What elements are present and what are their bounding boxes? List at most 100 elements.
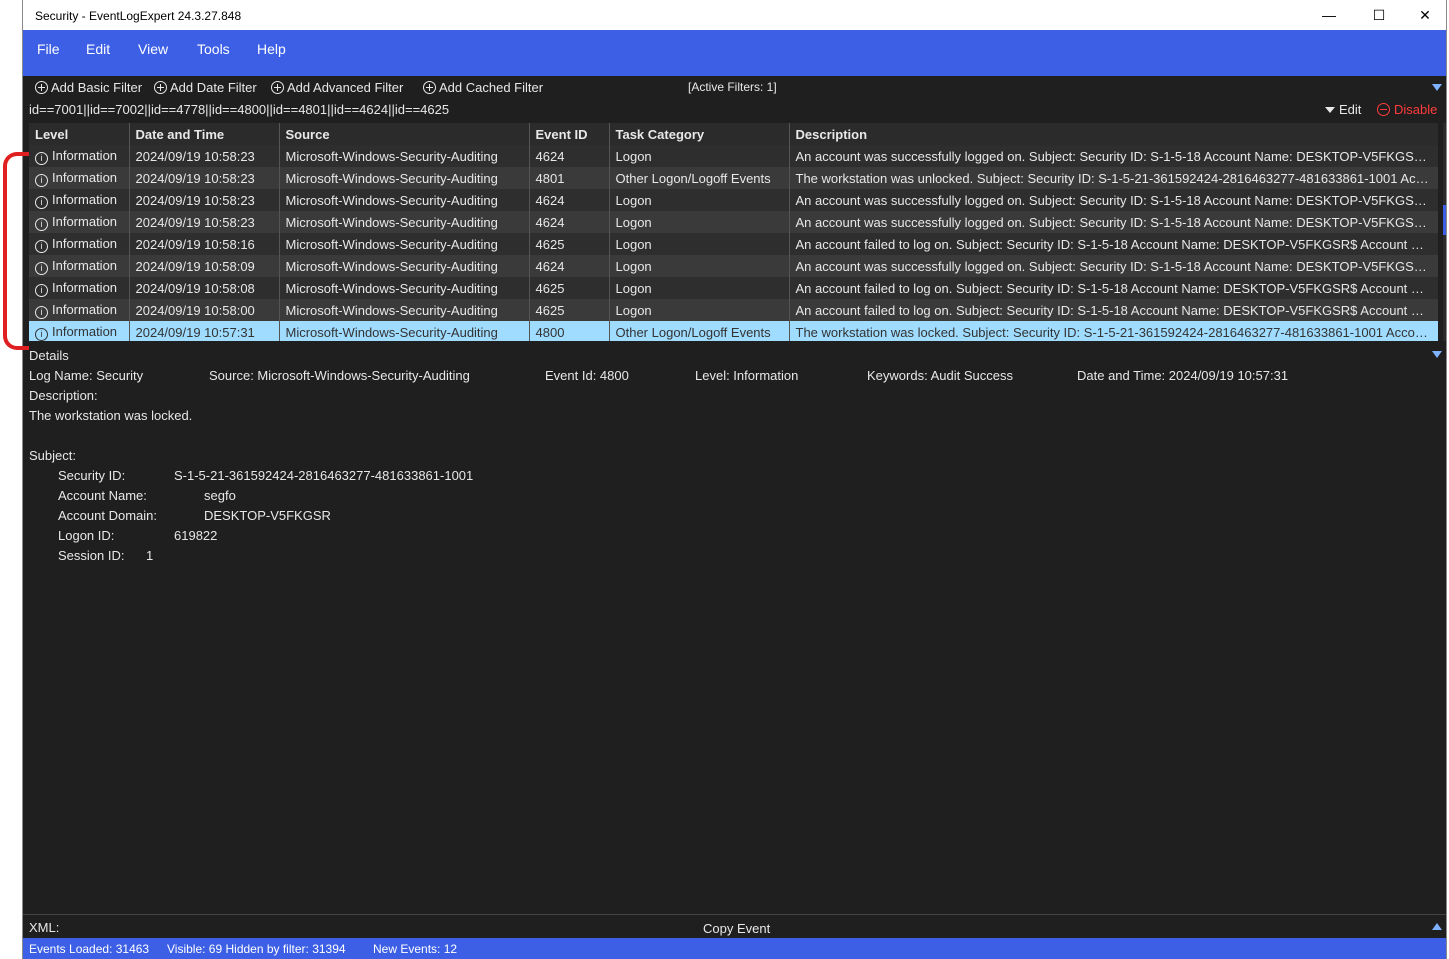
level-cell: i Information <box>29 277 130 299</box>
table-row[interactable]: i Information 2024/09/19 10:58:23 Microso… <box>29 211 1438 233</box>
description-cell: An account was successfully logged on. S… <box>789 189 1438 211</box>
level-text: Information <box>52 169 118 185</box>
table-row[interactable]: i Information 2024/09/19 10:58:00 Microso… <box>29 299 1438 321</box>
level-cell: i Information <box>29 211 130 233</box>
filter-pane: Add Basic Filter Add Date Filter Add Adv… <box>23 76 1446 120</box>
add-advanced-filter-button[interactable]: Add Advanced Filter <box>271 80 403 95</box>
description-cell: An account failed to log on. Subject: Se… <box>789 277 1438 299</box>
filter-funnel-icon <box>1325 106 1335 113</box>
date-cell: 2024/09/19 10:58:16 <box>129 233 280 255</box>
source-cell: Microsoft-Windows-Security-Auditing <box>279 299 530 321</box>
logon-id-label: Logon ID: <box>58 528 115 543</box>
menu-edit[interactable]: Edit <box>86 41 110 57</box>
table-row[interactable]: i Information 2024/09/19 10:58:16 Microso… <box>29 233 1438 255</box>
disable-filter-label: Disable <box>1394 102 1438 117</box>
column-header-event-id[interactable]: Event ID <box>529 123 610 145</box>
status-visible: Visible: 69 Hidden by filter: 31394 <box>167 942 346 956</box>
table-row-selected[interactable]: i Information 2024/09/19 10:57:31 Microso… <box>29 321 1438 341</box>
table-row[interactable]: i Information 2024/09/19 10:58:08 Microso… <box>29 277 1438 299</box>
date-cell: 2024/09/19 10:58:09 <box>129 255 280 277</box>
source-cell: Microsoft-Windows-Security-Auditing <box>279 255 530 277</box>
add-circle-icon <box>154 81 167 94</box>
table-row[interactable]: i Information 2024/09/19 10:58:23 Microso… <box>29 189 1438 211</box>
collapse-filter-pane-icon[interactable] <box>1432 84 1442 91</box>
scrollbar-thumb[interactable] <box>1443 205 1446 235</box>
column-header-description[interactable]: Description <box>789 123 1438 145</box>
account-name-label: Account Name: <box>58 488 147 503</box>
table-header-row: Level Date and Time Source Event ID Task… <box>29 123 1438 145</box>
task-category-cell: Logon <box>609 211 790 233</box>
active-filters-count: [Active Filters: 1] <box>688 80 777 94</box>
table-row[interactable]: i Information 2024/09/19 10:58:23 Microso… <box>29 145 1438 167</box>
add-cached-filter-button[interactable]: Add Cached Filter <box>423 80 543 95</box>
details-pane: Details Log Name: Security Source: Micro… <box>23 344 1446 914</box>
column-header-source[interactable]: Source <box>279 123 530 145</box>
level-cell: i Information <box>29 145 130 167</box>
table-scrollbar[interactable] <box>1443 123 1446 341</box>
xml-label: XML: <box>29 920 60 935</box>
menu-file[interactable]: File <box>37 41 60 57</box>
source-cell: Microsoft-Windows-Security-Auditing <box>279 321 530 341</box>
event-id-cell: 4625 <box>529 277 610 299</box>
collapse-details-icon[interactable] <box>1432 351 1442 358</box>
task-category-cell: Logon <box>609 233 790 255</box>
info-icon: i <box>35 195 48 209</box>
source-cell: Microsoft-Windows-Security-Auditing <box>279 233 530 255</box>
logon-id-value: 619822 <box>174 528 218 543</box>
copy-event-button[interactable]: Copy Event <box>703 921 770 936</box>
column-header-task-category[interactable]: Task Category <box>609 123 790 145</box>
column-header-level[interactable]: Level <box>29 123 130 145</box>
date-cell: 2024/09/19 10:58:23 <box>129 189 280 211</box>
level-cell: i Information <box>29 321 130 341</box>
level-text: Information <box>52 257 118 273</box>
table-row[interactable]: i Information 2024/09/19 10:58:09 Microso… <box>29 255 1438 277</box>
task-category-cell: Other Logon/Logoff Events <box>609 167 790 189</box>
menu-bar: File Edit View Tools Help <box>23 30 1446 76</box>
status-events-loaded: Events Loaded: 31463 <box>29 942 150 956</box>
session-id-label: Session ID: <box>58 548 125 563</box>
edit-filter-button[interactable]: Edit <box>1325 102 1361 117</box>
maximize-button[interactable]: ☐ <box>1356 0 1402 30</box>
level-cell: i Information <box>29 167 130 189</box>
level-text: Information <box>52 191 118 207</box>
level-text: Information <box>52 147 118 163</box>
level-cell: i Information <box>29 299 130 321</box>
event-id-cell: 4800 <box>529 321 610 341</box>
security-id-label: Security ID: <box>58 468 126 483</box>
event-id-cell: 4625 <box>529 233 610 255</box>
menu-help[interactable]: Help <box>257 41 286 57</box>
task-category-cell: Logon <box>609 299 790 321</box>
level-cell: i Information <box>29 255 130 277</box>
date-cell: 2024/09/19 10:58:23 <box>129 167 280 189</box>
detail-keywords: Keywords: Audit Success <box>867 368 1013 383</box>
info-icon: i <box>35 151 48 165</box>
level-cell: i Information <box>29 233 130 255</box>
disable-filter-button[interactable]: Disable <box>1377 102 1437 117</box>
minimize-button[interactable]: — <box>1306 0 1352 30</box>
filter-expression: id==7001||id==7002||id==4778||id==4800||… <box>29 102 450 117</box>
table-row[interactable]: i Information 2024/09/19 10:58:23 Microso… <box>29 167 1438 189</box>
level-text: Information <box>52 279 118 295</box>
level-text: Information <box>52 301 118 317</box>
title-bar: Security - EventLogExpert 24.3.27.848 — … <box>23 0 1446 30</box>
security-id-value: S-1-5-21-361592424-2816463277-481633861-… <box>174 468 474 483</box>
menu-tools[interactable]: Tools <box>197 41 230 57</box>
add-basic-filter-button[interactable]: Add Basic Filter <box>35 80 142 95</box>
window-title: Security - EventLogExpert 24.3.27.848 <box>35 9 242 23</box>
column-header-date-time[interactable]: Date and Time <box>129 123 280 145</box>
app-window: Security - EventLogExpert 24.3.27.848 — … <box>22 0 1447 959</box>
event-id-cell: 4624 <box>529 211 610 233</box>
date-cell: 2024/09/19 10:58:23 <box>129 211 280 233</box>
add-date-filter-button[interactable]: Add Date Filter <box>154 80 257 95</box>
close-button[interactable]: ✕ <box>1402 0 1446 30</box>
info-icon: i <box>35 305 48 319</box>
add-basic-filter-label: Add Basic Filter <box>51 80 143 95</box>
add-cached-filter-label: Add Cached Filter <box>439 80 544 95</box>
description-cell: An account was successfully logged on. S… <box>789 145 1438 167</box>
add-circle-icon <box>35 81 48 94</box>
info-icon: i <box>35 283 48 297</box>
expand-xml-icon[interactable] <box>1432 923 1442 930</box>
add-advanced-filter-label: Add Advanced Filter <box>287 80 404 95</box>
account-domain-value: DESKTOP-V5FKGSR <box>204 508 331 523</box>
menu-view[interactable]: View <box>138 41 168 57</box>
